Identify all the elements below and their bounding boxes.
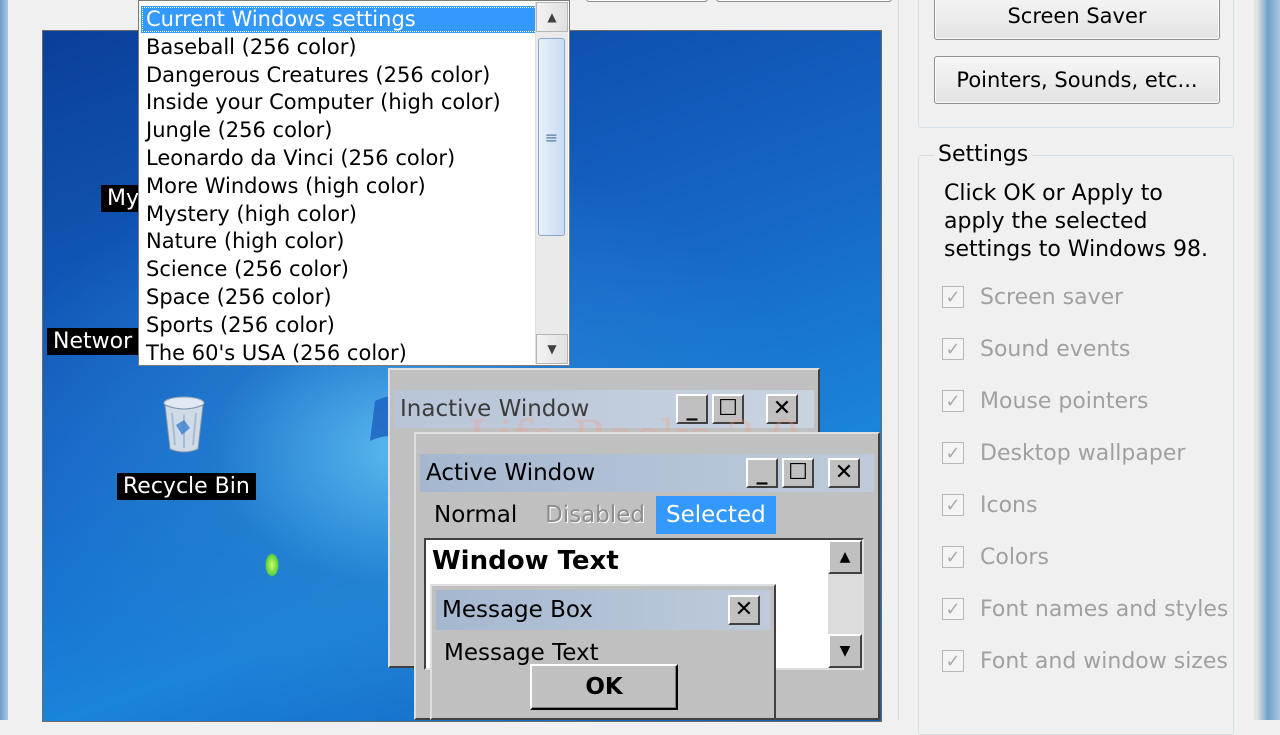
message-text: Message Text <box>444 640 599 666</box>
scroll-thumb[interactable]: ≡ <box>538 38 565 236</box>
menu-selected[interactable]: Selected <box>656 496 776 534</box>
message-box-title: Message Box <box>442 597 593 623</box>
settings-description: Click OK or Apply to apply the selected … <box>944 181 1208 262</box>
settings-option-row: ✓ Font and window sizes <box>942 646 1228 676</box>
menu-normal[interactable]: Normal <box>424 496 527 534</box>
desktop-icon-recycle-bin[interactable]: Recycle Bin <box>117 473 256 500</box>
settings-option-row: ✓ Font names and styles <box>942 594 1228 624</box>
minimize-icon[interactable]: _ <box>746 458 778 488</box>
scroll-down-button[interactable]: ▼ <box>536 334 568 364</box>
panel-divider <box>898 0 899 720</box>
theme-list-item[interactable]: Space (256 color) <box>141 284 538 311</box>
theme-list-item[interactable]: More Windows (high color) <box>141 173 538 200</box>
settings-option-label: Sound events <box>980 336 1131 362</box>
theme-list-item[interactable]: Jungle (256 color) <box>141 117 538 144</box>
settings-legend: Settings <box>934 142 1033 167</box>
settings-option-label: Desktop wallpaper <box>980 440 1186 466</box>
theme-list-item[interactable]: Current Windows settings <box>141 6 538 33</box>
settings-top-frame <box>918 0 1234 128</box>
theme-list-item[interactable]: Leonardo da Vinci (256 color) <box>141 145 538 172</box>
settings-option-row: ✓ Icons <box>942 490 1037 520</box>
message-box-titlebar: Message Box <box>436 590 770 630</box>
active-window-title: Active Window <box>426 460 596 486</box>
settings-option-label: Icons <box>980 492 1038 518</box>
settings-option-label: Font names and styles <box>980 596 1229 622</box>
settings-option-label: Mouse pointers <box>980 388 1149 414</box>
desktop-icon-network[interactable]: Networ <box>47 328 139 355</box>
settings-option-row: ✓ Screen saver <box>942 282 1123 312</box>
window-text-scrollbar[interactable]: ▲ ▼ <box>828 540 862 668</box>
scroll-up-arrow-icon[interactable]: ▲ <box>828 540 862 574</box>
close-icon[interactable]: ✕ <box>728 595 760 625</box>
settings-option-row: ✓ Mouse pointers <box>942 386 1149 416</box>
theme-list-item[interactable]: Baseball (256 color) <box>141 34 538 61</box>
top-button-2[interactable] <box>716 0 892 2</box>
top-button-1[interactable] <box>586 0 708 2</box>
theme-list-item[interactable]: Dangerous Creatures (256 color) <box>141 62 538 89</box>
ok-button[interactable]: OK <box>530 664 678 710</box>
maximize-icon[interactable]: ☐ <box>782 458 814 488</box>
theme-list-item[interactable]: Science (256 color) <box>141 256 538 283</box>
window-left-edge <box>0 0 8 720</box>
menu-disabled: Disabled <box>545 502 645 528</box>
checkbox-checked-icon: ✓ <box>942 338 964 360</box>
glow-sparkle-icon <box>265 553 279 577</box>
settings-option-row: ✓ Sound events <box>942 334 1130 364</box>
checkbox-checked-icon: ✓ <box>942 546 964 568</box>
recycle-bin-icon[interactable] <box>160 393 208 453</box>
theme-list-item[interactable]: Inside your Computer (high color) <box>141 89 538 116</box>
close-icon[interactable]: ✕ <box>828 458 860 488</box>
settings-option-label: Colors <box>980 544 1049 570</box>
theme-list-item[interactable]: Nature (high color) <box>141 228 538 255</box>
checkbox-checked-icon: ✓ <box>942 286 964 308</box>
checkbox-checked-icon: ✓ <box>942 390 964 412</box>
active-window-menubar: Normal Disabled Selected <box>420 496 870 534</box>
theme-list-scrollbar[interactable]: ▲ ≡ ▼ <box>535 2 568 364</box>
right-frame-edge <box>1238 0 1280 720</box>
scroll-down-arrow-icon[interactable]: ▼ <box>828 634 862 668</box>
checkbox-checked-icon: ✓ <box>942 598 964 620</box>
checkbox-checked-icon: ✓ <box>942 442 964 464</box>
checkbox-checked-icon: ✓ <box>942 494 964 516</box>
theme-list-item[interactable]: The 60's USA (256 color) <box>141 340 538 365</box>
theme-dropdown-list[interactable]: Current Windows settings Baseball (256 co… <box>138 0 570 366</box>
message-box-preview: Message Box ✕ Message Text OK <box>430 584 776 720</box>
theme-list-item[interactable]: Sports (256 color) <box>141 312 538 339</box>
settings-option-row: ✓ Colors <box>942 542 1049 572</box>
theme-list-item[interactable]: Mystery (high color) <box>141 201 538 228</box>
scroll-up-button[interactable]: ▲ <box>536 2 568 32</box>
window-text: Window Text <box>432 546 619 576</box>
settings-option-label: Screen saver <box>980 284 1124 310</box>
settings-option-label: Font and window sizes <box>980 648 1228 674</box>
checkbox-checked-icon: ✓ <box>942 650 964 672</box>
settings-option-row: ✓ Desktop wallpaper <box>942 438 1185 468</box>
